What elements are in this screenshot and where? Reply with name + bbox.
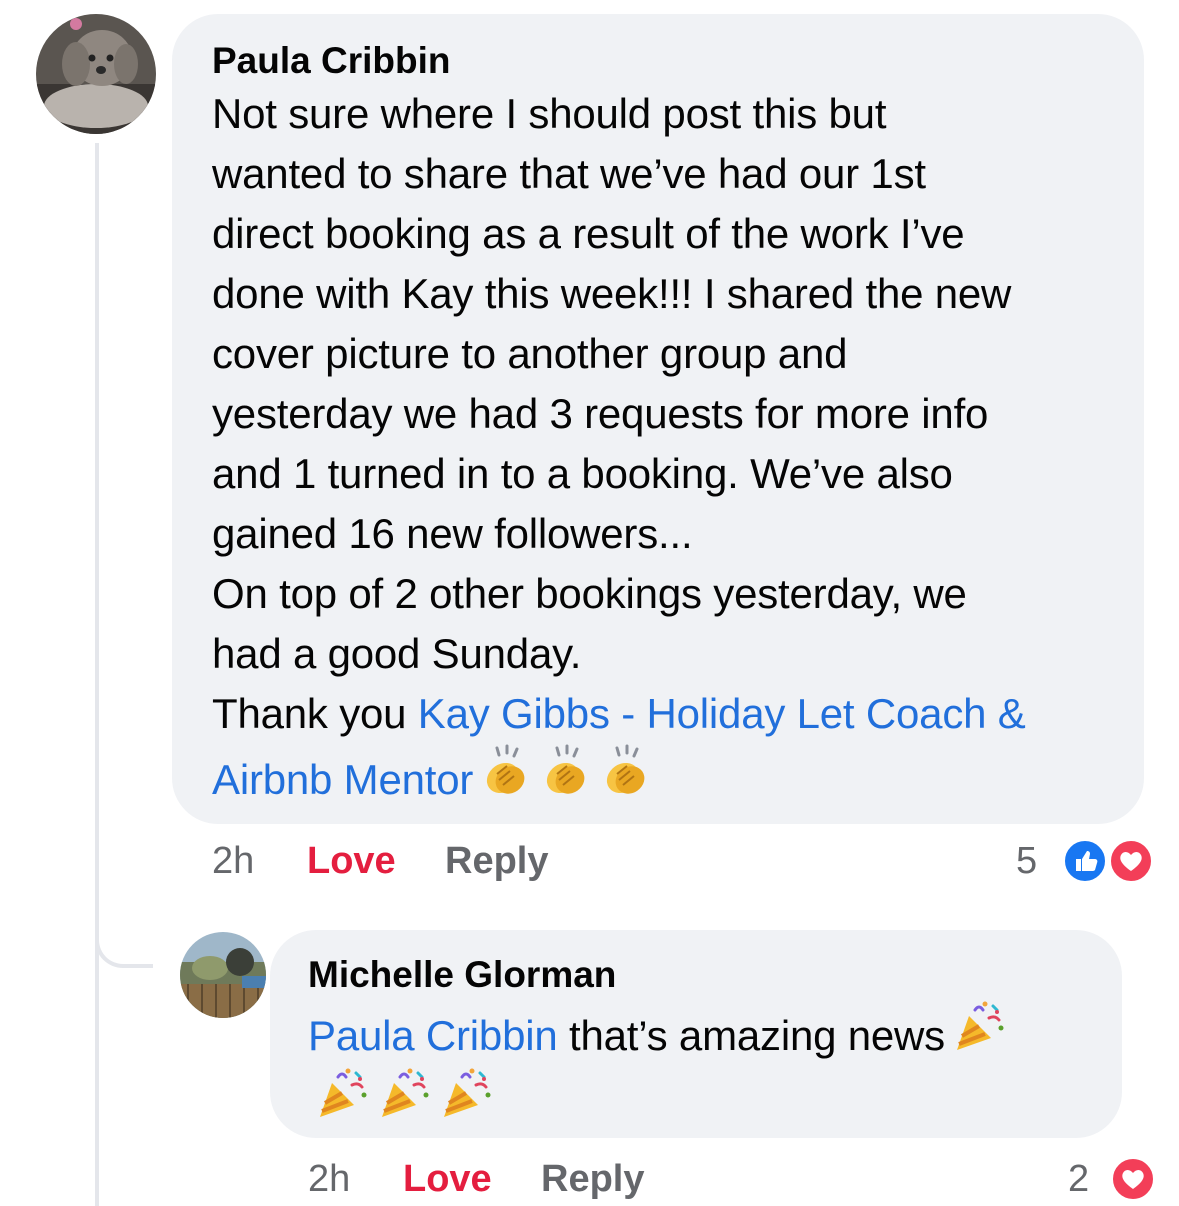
love-reaction-icon[interactable]	[1108, 838, 1154, 884]
comment-author[interactable]: Paula Cribbin	[212, 38, 1104, 84]
comment-actions: 2h Love Reply 2	[0, 1154, 1179, 1204]
comment-line: yesterday we had 3 requests for more inf…	[212, 390, 989, 437]
comment-line: gained 16 new followers...	[212, 510, 693, 557]
comment-line: wanted to share that we’ve had our 1st	[212, 150, 926, 197]
reply-connector-line	[95, 900, 153, 968]
mention-link[interactable]: Kay Gibbs - Holiday Let Coach &	[418, 690, 1026, 737]
comment-timestamp[interactable]: 2h	[308, 1154, 350, 1204]
thanks-prefix: Thank you	[212, 690, 418, 737]
clapping-hands-emoji	[477, 744, 533, 800]
comment-bubble: Michelle Glorman Paula Cribbin that’s am…	[270, 930, 1122, 1138]
love-button[interactable]: Love	[403, 1154, 492, 1204]
comment-author[interactable]: Michelle Glorman	[308, 952, 1084, 998]
comment-text: Paula Cribbin that’s amazing news	[308, 998, 1084, 1132]
party-popper-emoji	[312, 1065, 370, 1123]
love-button[interactable]: Love	[307, 836, 396, 886]
reply-button[interactable]: Reply	[445, 836, 548, 886]
party-popper-emoji	[374, 1065, 432, 1123]
avatar-michelle-glorman[interactable]	[180, 932, 266, 1018]
comment-line: Not sure where I should post this but	[212, 90, 887, 137]
comment-text: Not sure where I should post this but wa…	[212, 84, 1104, 810]
clapping-hands-emoji	[537, 744, 593, 800]
party-popper-emoji	[949, 998, 1007, 1056]
party-popper-emoji	[436, 1065, 494, 1123]
comment-actions: 2h Love Reply 5	[0, 836, 1179, 886]
reply-button[interactable]: Reply	[541, 1154, 644, 1204]
clapping-hands-emoji	[597, 744, 653, 800]
comment-bubble: Paula Cribbin Not sure where I should po…	[172, 14, 1144, 824]
love-reaction-icon[interactable]	[1110, 1156, 1156, 1202]
comment-line: and 1 turned in to a booking. We’ve also	[212, 450, 953, 497]
reaction-count[interactable]: 5	[1016, 836, 1037, 886]
comment-line: On top of 2 other bookings yesterday, we	[212, 570, 967, 617]
party-popper-emoji-group	[308, 1068, 494, 1126]
reaction-count[interactable]: 2	[1068, 1154, 1089, 1204]
comment-line: cover picture to another group and	[212, 330, 848, 377]
comment-line: direct booking as a result of the work I…	[212, 210, 965, 257]
avatar-paula-cribbin[interactable]	[36, 14, 156, 134]
mention-link[interactable]: Paula Cribbin	[308, 1012, 558, 1059]
mention-link-continued[interactable]: Airbnb Mentor	[212, 756, 473, 803]
comment-line: done with Kay this week!!! I shared the …	[212, 270, 1012, 317]
like-reaction-icon[interactable]	[1062, 838, 1108, 884]
clapping-hands-emoji-group	[473, 744, 653, 803]
comment-timestamp[interactable]: 2h	[212, 836, 254, 886]
thread-line	[95, 143, 99, 1206]
comment-line: had a good Sunday.	[212, 630, 582, 677]
comment-body: that’s amazing news	[557, 1012, 945, 1059]
